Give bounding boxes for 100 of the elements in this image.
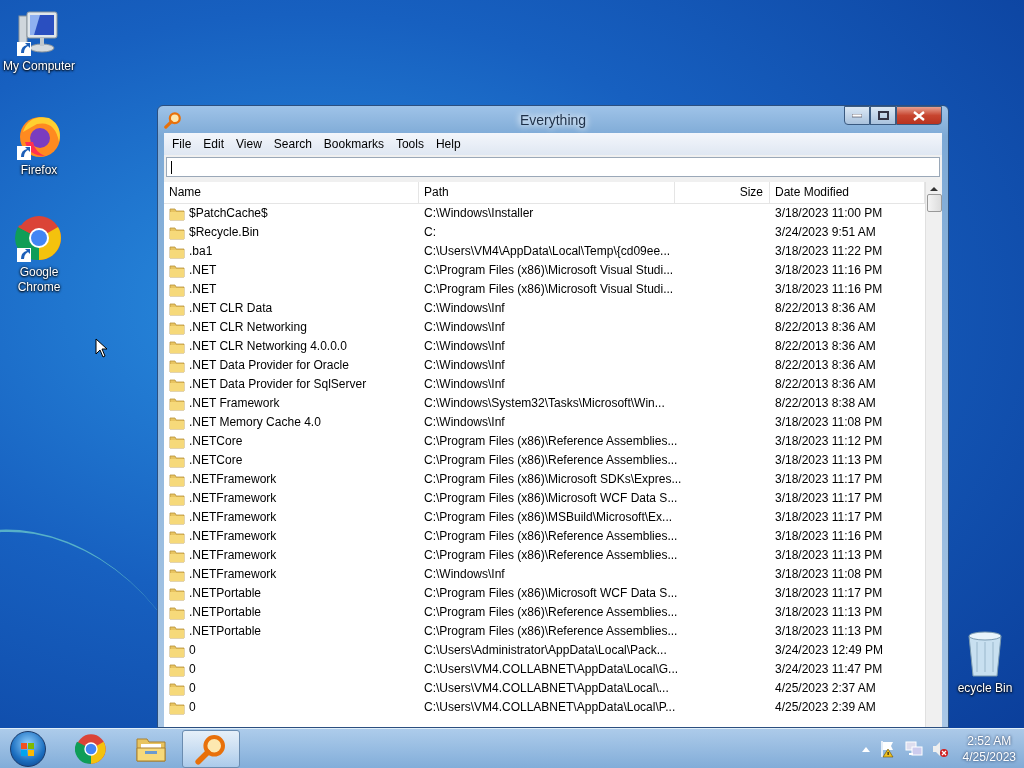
folder-icon — [169, 567, 185, 582]
file-name: .NETFramework — [189, 491, 277, 506]
file-name: 0 — [189, 643, 196, 658]
file-path: C: — [424, 225, 436, 240]
file-name: .NET CLR Networking 4.0.0.0 — [189, 339, 347, 354]
taskbar-button[interactable] — [182, 729, 240, 768]
date-modified: 8/22/2013 8:36 AM — [774, 358, 876, 373]
date-modified: 8/22/2013 8:38 AM — [774, 396, 876, 411]
close-icon — [913, 110, 925, 121]
menu-item[interactable]: Tools — [389, 137, 430, 151]
menu-item[interactable]: View — [230, 137, 268, 151]
file-path: C:\Windows\Installer — [424, 206, 534, 221]
menu-item[interactable]: File — [166, 137, 198, 151]
folder-icon — [169, 472, 185, 487]
file-name: $PatchCache$ — [189, 206, 268, 221]
file-path: C:\Users\VM4\AppData\Local\Temp\{cd09ee... — [424, 244, 671, 259]
file-path: C:\Program Files (x86)\Microsoft Visual Studi... — [424, 263, 674, 278]
recycle-bin-icon — [965, 630, 1005, 678]
date-modified: 3/18/2023 11:13 PM — [774, 624, 883, 639]
file-path: C:\Program Files (x86)\Reference Assemblies... — [424, 624, 678, 639]
desktop-icon-label[interactable]: ecycle Bin — [957, 681, 1013, 696]
folder-icon — [169, 643, 185, 658]
column-header[interactable]: Path — [419, 182, 675, 203]
chrome-icon — [75, 732, 107, 765]
menu-item[interactable]: Edit — [197, 137, 231, 151]
file-path: C:\Program Files (x86)\Reference Assemblies... — [424, 434, 678, 449]
file-name: .NETFramework — [189, 567, 277, 582]
folder-icon — [169, 586, 185, 601]
file-name: .NETFramework — [189, 548, 277, 563]
folder-icon — [169, 339, 185, 354]
chrome-icon — [15, 214, 63, 262]
network-icon[interactable] — [904, 739, 923, 758]
date-modified: 3/18/2023 11:17 PM — [774, 586, 883, 601]
file-name: .NETPortable — [189, 624, 262, 639]
file-name: .NETFramework — [189, 529, 277, 544]
folder-icon — [169, 282, 185, 297]
date-modified: 8/22/2013 8:36 AM — [774, 377, 876, 392]
date-modified: 3/18/2023 11:00 PM — [774, 206, 883, 221]
file-name: .NET CLR Networking — [189, 320, 307, 335]
date-modified: 3/18/2023 11:13 PM — [774, 605, 883, 620]
menu-item[interactable]: Search — [267, 137, 318, 151]
column-header[interactable]: Size — [675, 182, 770, 203]
vertical-scrollbar[interactable] — [925, 182, 942, 727]
file-path: C:\Windows\Inf — [424, 358, 505, 373]
folder-icon — [169, 415, 185, 430]
desktop-icon-label[interactable]: Firefox — [20, 163, 58, 178]
minimize-button[interactable] — [844, 106, 870, 125]
file-name: .NET Framework — [189, 396, 280, 411]
start-button[interactable] — [10, 730, 46, 767]
date-modified: 4/25/2023 2:39 AM — [774, 700, 876, 715]
file-path: C:\Users\VM4.COLLABNET\AppData\Local\G... — [424, 662, 679, 677]
scroll-up-icon[interactable] — [930, 186, 938, 192]
scroll-thumb[interactable] — [926, 194, 942, 212]
magnifier-icon — [195, 732, 227, 765]
maximize-button[interactable] — [870, 106, 896, 125]
file-name: .NETPortable — [189, 586, 262, 601]
file-path: C:\Program Files (x86)\Microsoft Visual Studi... — [424, 282, 674, 297]
desktop-icon-label[interactable]: Google Chrome — [0, 265, 78, 295]
date-modified: 3/18/2023 11:17 PM — [774, 472, 883, 487]
file-name: .NET Data Provider for Oracle — [189, 358, 349, 373]
desktop-icon-label[interactable]: My Computer — [3, 59, 75, 74]
date-modified: 4/25/2023 2:37 AM — [774, 681, 876, 696]
app-magnifier-icon — [164, 110, 182, 129]
date-modified: 3/18/2023 11:17 PM — [774, 491, 883, 506]
file-path: C:\Windows\Inf — [424, 377, 505, 392]
folder-icon — [169, 320, 185, 335]
date-modified: 3/24/2023 11:47 PM — [774, 662, 883, 677]
file-path: C:\Windows\Inf — [424, 320, 505, 335]
folder-icon — [169, 396, 185, 411]
column-header[interactable]: Name — [164, 182, 419, 203]
flag-icon[interactable] — [878, 739, 897, 758]
date-modified: 3/24/2023 9:51 AM — [774, 225, 876, 240]
file-path: C:\Windows\Inf — [424, 301, 505, 316]
file-name: .NETCore — [189, 434, 243, 449]
folder-icon — [169, 529, 185, 544]
file-name: $Recycle.Bin — [189, 225, 260, 240]
menu-item[interactable]: Bookmarks — [317, 137, 390, 151]
close-button[interactable] — [896, 106, 942, 125]
minimize-icon — [852, 113, 862, 118]
file-name: .NETPortable — [189, 605, 262, 620]
folder-icon — [169, 624, 185, 639]
file-name: 0 — [189, 662, 196, 677]
date-modified: 3/18/2023 11:08 PM — [774, 567, 883, 582]
mouse-cursor-icon — [95, 338, 108, 358]
folder-icon — [169, 605, 185, 620]
date-modified: 3/24/2023 12:49 PM — [774, 643, 884, 658]
file-name: .ba1 — [189, 244, 213, 259]
search-field[interactable] — [166, 157, 940, 177]
date-modified: 8/22/2013 8:36 AM — [774, 320, 876, 335]
folder-icon — [169, 244, 185, 259]
file-name: .NET — [189, 263, 217, 278]
file-path: C:\Program Files (x86)\Reference Assemblies... — [424, 453, 678, 468]
date-modified: 3/18/2023 11:16 PM — [774, 529, 883, 544]
folder-icon — [169, 548, 185, 563]
file-name: .NET Data Provider for SqlServer — [189, 377, 367, 392]
menu-item[interactable]: Help — [429, 137, 467, 151]
folder-icon — [169, 681, 185, 696]
date-modified: 3/18/2023 11:13 PM — [774, 548, 883, 563]
file-path: C:\Program Files (x86)\Reference Assemblies... — [424, 548, 678, 563]
folder-icon — [169, 206, 185, 221]
